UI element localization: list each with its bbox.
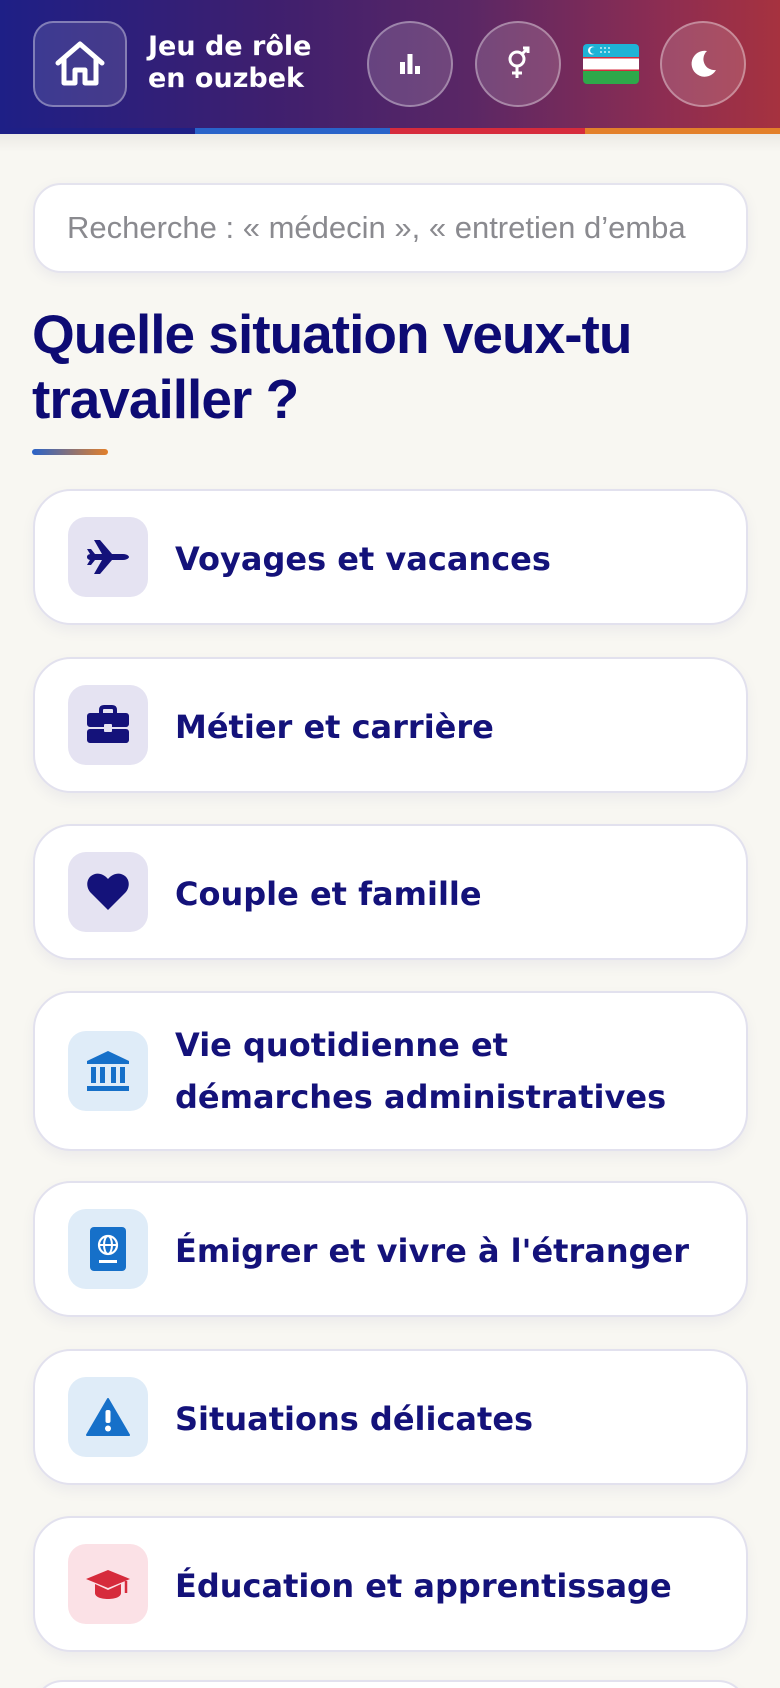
moon-icon: [691, 50, 716, 77]
category-label: Métier et carrière: [175, 708, 494, 746]
category-card-delicate[interactable]: Situations délicates: [33, 1349, 748, 1485]
category-label: Éducation et apprentissage: [175, 1567, 672, 1605]
category-card-career[interactable]: Métier et carrière: [33, 657, 748, 793]
airplane-icon: [68, 517, 148, 597]
category-label: Couple et famille: [175, 875, 482, 913]
uzbekistan-flag[interactable]: [583, 44, 639, 84]
passport-icon: [68, 1209, 148, 1289]
search-input[interactable]: [33, 183, 748, 273]
category-card-family[interactable]: Couple et famille: [33, 824, 748, 960]
page-title: Quelle situation veux-tu travailler ?: [32, 303, 632, 430]
category-card-education[interactable]: Éducation et apprentissage: [33, 1516, 748, 1652]
header-shadow: [0, 134, 780, 152]
warning-icon: [68, 1377, 148, 1457]
category-label: Vie quotidienne et démarches administrat…: [175, 1026, 667, 1116]
category-card-travel[interactable]: Voyages et vacances: [33, 489, 748, 625]
home-button[interactable]: [33, 21, 127, 107]
title-underline: [32, 449, 108, 455]
app-title: Jeu de rôle en ouzbek: [148, 31, 311, 95]
gender-button[interactable]: [475, 21, 561, 107]
gender-icon: [508, 46, 530, 78]
category-card-more[interactable]: [33, 1680, 748, 1688]
category-card-daily-life[interactable]: Vie quotidienne et démarches administrat…: [33, 991, 748, 1151]
stats-icon: [400, 54, 420, 74]
category-label: Situations délicates: [175, 1400, 534, 1438]
heart-icon: [68, 852, 148, 932]
app-title-line2: en ouzbek: [148, 63, 305, 94]
stats-button[interactable]: [367, 21, 453, 107]
home-icon: [55, 41, 105, 86]
theme-toggle-button[interactable]: [660, 21, 746, 107]
graduation-cap-icon: [68, 1544, 148, 1624]
category-label: Émigrer et vivre à l'étranger: [175, 1232, 689, 1270]
bank-icon: [68, 1031, 148, 1111]
briefcase-icon: [68, 685, 148, 765]
app-header: Jeu de rôle en ouzbek: [0, 0, 780, 128]
category-label: Voyages et vacances: [175, 540, 551, 578]
app-title-line1: Jeu de rôle: [148, 31, 312, 62]
category-card-emigrate[interactable]: Émigrer et vivre à l'étranger: [33, 1181, 748, 1317]
